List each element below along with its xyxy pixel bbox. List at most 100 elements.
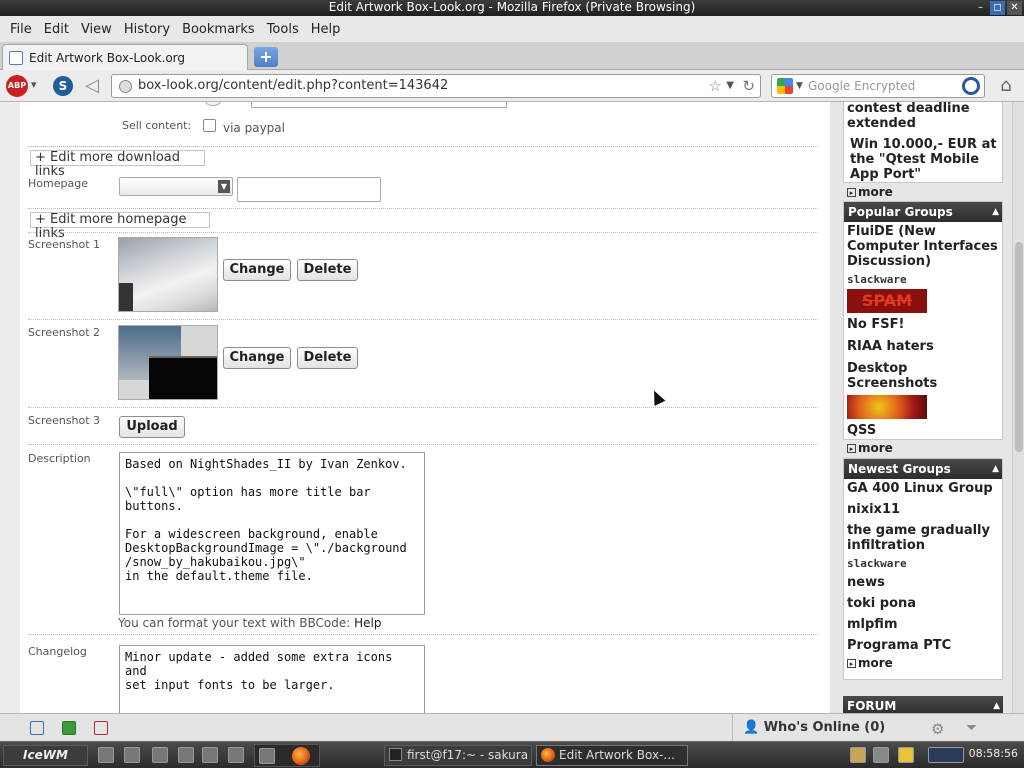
search-engine-dropdown-icon[interactable]: ▼ [796,75,803,97]
task-firefox[interactable]: Edit Artwork Box-... [536,745,688,766]
group-item[interactable]: Programa PTC [844,634,1002,655]
mail-icon[interactable] [898,747,914,763]
slackware-logo[interactable]: slackware [847,273,927,287]
screenshot3-label: Screenshot 3 [28,414,101,427]
group-item[interactable]: QSS [844,421,1002,440]
minimize-button[interactable]: – [973,1,988,15]
bbcode-help-link[interactable]: Help [354,616,381,630]
menu-view[interactable]: View [81,22,112,37]
collapse-icon[interactable]: ▲ [992,202,999,222]
slackware-logo[interactable]: slackware [847,557,927,571]
collapse-icon[interactable]: ▲ [993,696,1000,713]
bookmark-star-icon[interactable]: ☆ [709,75,722,97]
screenshot1-change-button[interactable]: Change [223,259,291,281]
news-more-link[interactable]: ▸ more [844,184,1002,200]
task-terminal[interactable]: first@f17:~ - sakura [384,745,532,766]
group-item[interactable]: the game gradually infiltration [844,519,1002,555]
changelog-textarea[interactable]: Minor update - added some extra icons an… [119,645,425,713]
news-box: contest deadline extended Win 10.000,- E… [843,102,1003,199]
editor-icon[interactable] [202,747,218,763]
firefox-icon[interactable] [292,747,310,765]
edit-download-links-toggle[interactable]: + Edit more download links [30,150,205,179]
group-item[interactable]: mlpfim [844,613,1002,634]
collapse-icon[interactable]: ▲ [992,459,999,479]
newest-more-link[interactable]: ▸ more [844,655,1002,671]
share-icon[interactable] [62,721,76,735]
partial-input[interactable] [251,102,507,108]
settings-launcher-icon[interactable] [228,747,244,763]
terminal-icon [389,748,402,761]
adblock-icon[interactable]: ABP [6,75,28,97]
maximize-button[interactable]: ◻ [990,1,1005,15]
terminal-icon[interactable] [152,747,168,763]
screenshot2-change-button[interactable]: Change [223,347,291,369]
chevron-down-icon: ▼ [218,180,230,193]
sell-paypal-checkbox[interactable] [203,119,216,132]
group-item[interactable]: news [844,573,1002,592]
popular-more-link[interactable]: ▸ more [844,440,1002,456]
screenshot1-delete-button[interactable]: Delete [297,259,358,281]
radio-partial[interactable] [205,102,221,106]
menu-tools[interactable]: Tools [267,22,299,37]
qss-logo[interactable] [847,395,927,419]
group-item[interactable]: RIAA haters [844,334,1002,356]
menu-help[interactable]: Help [311,22,341,37]
whos-online[interactable]: 👤 Who's Online (0) [732,714,927,741]
start-button[interactable]: IceWM [3,745,88,766]
workspace-pager[interactable] [254,744,320,767]
home-icon[interactable]: ⌂ [993,75,1019,97]
news-item[interactable]: contest deadline extended [844,102,1002,133]
screenshot2-delete-button[interactable]: Delete [297,347,358,369]
menu-edit[interactable]: Edit [44,22,69,37]
tab-edit-artwork[interactable]: Edit Artwork Box-Look.org [2,44,248,70]
menu-file[interactable]: File [10,22,32,37]
group-item[interactable]: toki pona [844,592,1002,613]
edit-download-links-label: Edit more download links [35,150,181,179]
workspace-1-icon[interactable] [259,748,275,764]
homepage-type-select[interactable]: ▼ [119,177,233,196]
menu-history[interactable]: History [124,22,170,37]
group-item[interactable]: No FSF! [844,315,1002,334]
sell-paypal-label: via paypal [223,121,285,135]
url-dropdown-icon[interactable]: ▼ [726,75,734,97]
window-list-icon[interactable] [124,747,140,763]
news-item[interactable]: Win 10.000,- EUR at the "Qtest Mobile Ap… [844,133,1002,184]
reload-icon[interactable]: ↻ [742,75,755,97]
screenshot1-thumbnail [118,237,218,312]
group-item[interactable]: FluiDE (New Computer Interfaces Discussi… [844,222,1002,271]
plus-icon: + [35,212,51,227]
sync-icon[interactable]: S [53,76,73,96]
arrow-right-icon: ▸ [847,444,856,453]
file-manager-icon[interactable] [178,747,194,763]
vertical-scrollbar[interactable] [1012,102,1024,713]
clipboard-icon[interactable] [850,747,866,763]
group-item[interactable]: nixix11 [844,498,1002,519]
scrollbar-thumb[interactable] [1015,242,1023,452]
settings-icon[interactable]: ⚙ [931,720,944,738]
expand-icon[interactable]: ⏷ [966,720,977,736]
new-tab-button[interactable]: + [254,47,278,67]
group-item[interactable]: GA 400 Linux Group [844,479,1002,498]
search-engine-icon[interactable] [777,78,793,94]
homepage-url-input[interactable] [237,177,381,202]
spam-logo[interactable]: SPAM [847,289,927,313]
menu-bookmarks[interactable]: Bookmarks [182,22,255,37]
show-desktop-icon[interactable] [98,747,114,763]
description-textarea[interactable]: Based on NightShades_II by Ivan Zenkov. … [119,452,425,615]
task-firefox-label: Edit Artwork Box-... [559,748,675,762]
search-bar[interactable]: ▼ Google Encrypted [771,74,985,98]
site-identity-icon[interactable] [119,80,132,93]
volume-icon[interactable] [873,747,889,763]
url-bar[interactable]: box-look.org/content/edit.php?content=14… [111,74,761,98]
search-icon[interactable] [962,77,980,95]
addon-icon-1[interactable] [30,721,44,735]
group-item[interactable]: Desktop Screenshots [844,356,1002,393]
back-button[interactable]: ◁ [80,75,104,97]
arrow-right-icon: ▸ [847,659,856,668]
screenshot3-upload-button[interactable]: Upload [119,416,185,438]
adblock-dropdown-icon[interactable]: ▾ [31,78,37,91]
addon-icon-3[interactable] [94,721,108,735]
close-button[interactable]: ✕ [1007,1,1022,15]
edit-homepage-links-toggle[interactable]: + Edit more homepage links [30,212,210,241]
divider [28,319,818,320]
